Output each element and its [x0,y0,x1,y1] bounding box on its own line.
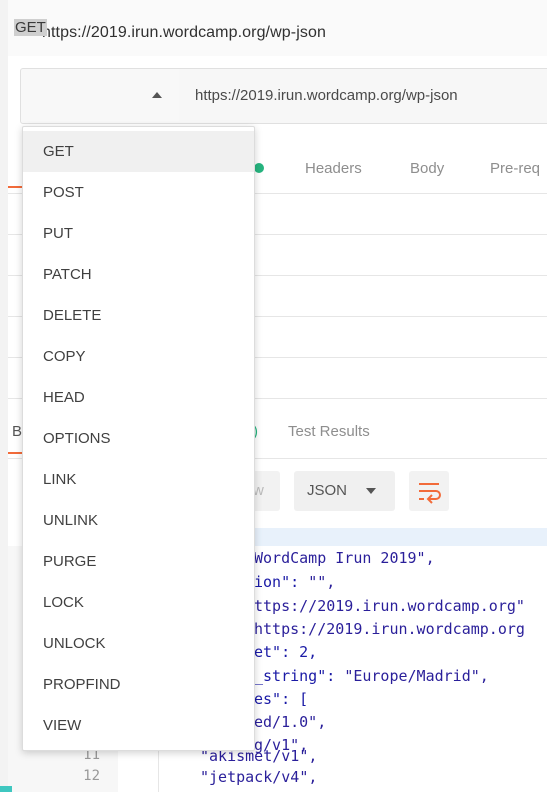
method-select-value: GET [14,19,47,36]
tab-body[interactable]: Body [410,160,444,177]
code-line: https://2019.irun.wordcamp.org [254,620,525,638]
method-option-patch[interactable]: PATCH [23,254,254,295]
tab-test-results[interactable]: Test Results [288,423,370,440]
method-option-view[interactable]: VIEW [23,705,254,746]
request-tab-title[interactable]: https://2019.irun.wordcamp.org/wp-json [42,24,326,42]
method-dropdown-menu: GET POST PUT PATCH DELETE COPY HEAD OPTI… [22,126,255,751]
method-option-unlink[interactable]: UNLINK [23,500,254,541]
wrap-lines-button[interactable] [409,471,449,511]
status-dot-icon [254,163,264,173]
method-option-delete[interactable]: DELETE [23,295,254,336]
method-option-link[interactable]: LINK [23,459,254,500]
method-option-head[interactable]: HEAD [23,377,254,418]
method-option-put[interactable]: PUT [23,213,254,254]
method-option-lock[interactable]: LOCK [23,582,254,623]
tab-prerequest[interactable]: Pre-req [490,160,540,177]
method-option-propfind[interactable]: PROPFIND [23,664,254,705]
code-line: et": 2, [254,643,318,661]
code-highlight-line [240,528,547,546]
wrap-lines-icon [419,483,441,504]
code-line: _string": "Europe/Madrid", [254,667,489,685]
line-number: 12 [83,768,100,784]
method-option-options[interactable]: OPTIONS [23,418,254,459]
code-line: WordCamp Irun 2019", [254,549,435,567]
code-line: "jetpack/v4", [200,768,318,786]
method-option-get[interactable]: GET [23,131,254,172]
response-tab-body-fragment[interactable]: B [12,423,22,440]
caret-up-icon [152,92,162,98]
code-line: ed/1.0", [254,713,327,731]
url-input-value: https://2019.irun.wordcamp.org/wp-json [195,87,458,104]
method-option-post[interactable]: POST [23,172,254,213]
chevron-down-icon [366,488,376,494]
method-option-unlock[interactable]: UNLOCK [23,623,254,664]
method-option-purge[interactable]: PURGE [23,541,254,582]
method-option-copy[interactable]: COPY [23,336,254,377]
code-line: es": [ [254,690,309,708]
left-sidebar-edge [0,0,8,792]
tab-headers[interactable]: Headers [305,160,362,177]
format-select-value: JSON [307,482,348,499]
tab-test-results-label: Test Results [288,423,370,440]
status-indicator [0,786,12,792]
code-line: ion": "", [254,573,336,591]
code-line: ttps://2019.irun.wordcamp.org" [254,597,525,615]
